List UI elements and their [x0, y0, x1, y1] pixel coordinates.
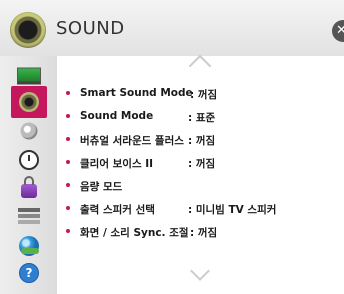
bullet-icon [66, 137, 70, 141]
menu-item-volume-mode[interactable]: 음량 모드 [57, 174, 344, 197]
speaker-icon [19, 92, 39, 112]
menu-item-sound-mode[interactable]: Sound Mode : 표준 [57, 105, 344, 128]
menu-item-clear-voice[interactable]: 클리어 보이스 II : 꺼짐 [57, 151, 344, 174]
sound-menu-list: Smart Sound Mode : 꺼짐 Sound Mode : 표준 버츄… [57, 78, 344, 264]
option-icon [18, 214, 40, 218]
bullet-icon [66, 114, 70, 118]
menu-item-virtual-surround-plus[interactable]: 버츄얼 서라운드 플러스 : 꺼짐 [57, 128, 344, 151]
sidebar-item-network[interactable] [9, 232, 49, 260]
menu-item-label: Smart Sound Mode [80, 87, 193, 99]
menu-item-label: 클리어 보이스 II [80, 158, 154, 170]
header: SOUND ✕ [0, 0, 344, 56]
menu-item-value: : 꺼짐 [190, 227, 218, 239]
menu-item-value: : 꺼짐 [188, 158, 216, 170]
scroll-down-arrow-icon[interactable] [190, 261, 210, 281]
tv-picture-icon [17, 67, 41, 85]
scroll-up-arrow-icon[interactable] [188, 54, 212, 78]
sidebar-item-support[interactable]: ? [9, 259, 49, 287]
sound-settings-panel: SOUND ✕ ? Smart Sound Mode: 꺼짐 Sound Mo… [0, 0, 344, 294]
menu-item-label: 출력 스피커 선택 [80, 204, 155, 216]
menu-item-value: : 미니빔 TV 스피커 [188, 204, 277, 216]
bullet-icon [66, 160, 70, 164]
sidebar: ? [0, 56, 57, 294]
menu-item-value: : 꺼짐 [188, 135, 216, 147]
help-icon: ? [19, 263, 39, 283]
bullet-icon [66, 229, 70, 233]
sidebar-item-option[interactable] [9, 202, 49, 230]
menu-item-av-sync-adjust[interactable]: 화면 / 소리 Sync. 조절 : 꺼짐 [57, 220, 344, 243]
menu-item-label: 음량 모드 [80, 181, 123, 193]
sidebar-item-time[interactable] [9, 146, 49, 174]
bullet-icon [66, 91, 70, 95]
menu-item-value: : 표준 [188, 112, 216, 124]
padlock-icon [21, 176, 37, 198]
menu-item-smart-sound-mode[interactable]: Smart Sound Mode : 꺼짐 [57, 82, 344, 105]
globe-network-icon [19, 236, 39, 256]
sidebar-item-channel[interactable] [9, 117, 49, 145]
menu-item-label: 화면 / 소리 Sync. 조절 [80, 227, 189, 239]
close-button[interactable]: ✕ [332, 20, 344, 42]
page-title: SOUND [56, 18, 125, 39]
menu-item-label: 버츄얼 서라운드 플러스 [80, 135, 184, 147]
satellite-dish-icon [20, 122, 38, 140]
bullet-icon [66, 183, 70, 187]
menu-item-value: : 꺼짐 [190, 89, 218, 101]
clock-icon [19, 150, 39, 170]
menu-item-label: Sound Mode [80, 110, 154, 122]
sidebar-item-lock[interactable] [9, 174, 49, 202]
speaker-icon [10, 12, 46, 48]
menu-item-speaker-output[interactable]: 출력 스피커 선택 : 미니빔 TV 스피커 [57, 197, 344, 220]
sidebar-item-sound[interactable] [11, 86, 47, 118]
bullet-icon [66, 206, 70, 210]
